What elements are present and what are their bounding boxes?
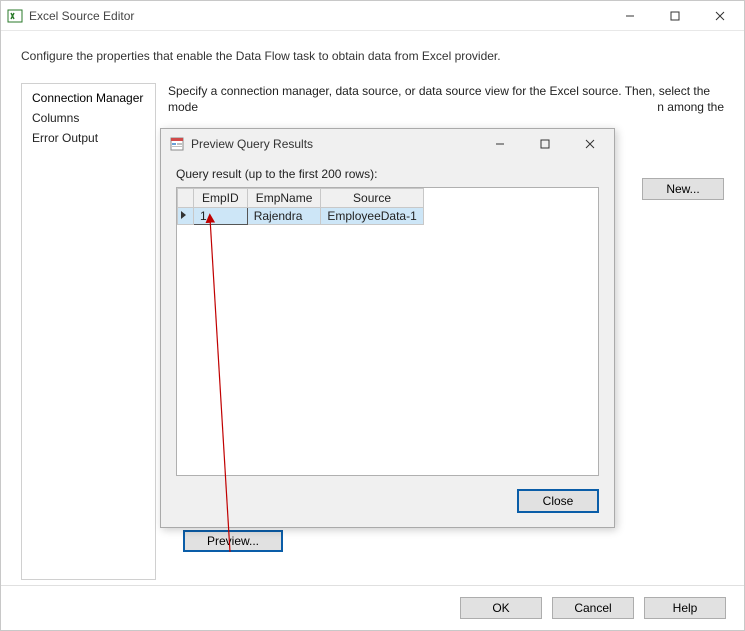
modal-maximize-button[interactable] [522,130,567,158]
modal-minimize-button[interactable] [477,130,522,158]
modal-title: Preview Query Results [191,137,477,151]
modal-titlebar: Preview Query Results [161,129,614,159]
sidebar-item-error-output[interactable]: Error Output [22,128,155,148]
new-button[interactable]: New... [642,178,724,200]
modal-footer: Close [161,481,614,527]
grid-corner [178,189,194,208]
minimize-button[interactable] [607,2,652,30]
close-button[interactable] [697,2,742,30]
grid-header-row: EmpID EmpName Source [178,189,424,208]
grid-row[interactable]: 1 Rajendra EmployeeData-1 [178,208,424,225]
query-result-label: Query result (up to the first 200 rows): [176,167,599,181]
dialog-button-bar: OK Cancel Help [1,585,744,630]
panel-instruction: Specify a connection manager, data sourc… [168,83,724,115]
preview-query-results-dialog: Preview Query Results Query result (up t… [160,128,615,528]
modal-close-button[interactable] [567,130,612,158]
excel-icon [7,8,23,24]
titlebar: Excel Source Editor [1,1,744,31]
results-grid[interactable]: EmpID EmpName Source 1 Rajendra Employee… [176,187,599,476]
row-selector-icon[interactable] [178,208,194,225]
ok-button[interactable]: OK [460,597,542,619]
cell-source[interactable]: EmployeeData-1 [321,208,423,225]
cancel-button[interactable]: Cancel [552,597,634,619]
modal-close-btn[interactable]: Close [517,489,599,513]
cell-empname[interactable]: Rajendra [247,208,321,225]
form-icon [169,136,185,152]
window-description: Configure the properties that enable the… [1,31,744,73]
col-header-source[interactable]: Source [321,189,423,208]
col-header-empid[interactable]: EmpID [194,189,248,208]
window-title: Excel Source Editor [29,9,607,23]
maximize-button[interactable] [652,2,697,30]
help-button[interactable]: Help [644,597,726,619]
preview-button[interactable]: Preview... [183,530,283,552]
cell-empid[interactable]: 1 [194,208,248,225]
col-header-empname[interactable]: EmpName [247,189,321,208]
sidebar-item-connection-manager[interactable]: Connection Manager [22,88,155,108]
sidebar: Connection Manager Columns Error Output [21,83,156,580]
sidebar-item-columns[interactable]: Columns [22,108,155,128]
